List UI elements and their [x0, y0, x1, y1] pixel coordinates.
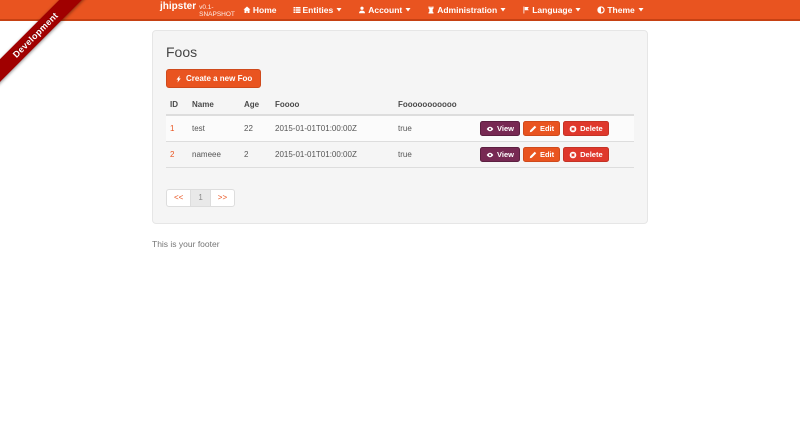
th-list-icon	[293, 6, 301, 13]
chevron-down-icon	[336, 8, 342, 12]
header-fooooooooooo: Fooooooooooo	[394, 97, 476, 116]
delete-label: Delete	[580, 150, 603, 159]
pagination-page-1[interactable]: 1	[190, 189, 211, 207]
pagination-last[interactable]: >>	[209, 189, 236, 207]
nav-item-home[interactable]: Home	[235, 0, 285, 19]
row-foooo: 2015-01-01T01:00:00Z	[271, 141, 394, 168]
flag-icon	[523, 6, 530, 13]
row-fooooooooooo: true	[398, 124, 412, 133]
nav-item-language[interactable]: Language	[514, 0, 589, 19]
nav-label: Language	[532, 4, 573, 15]
edit-label: Edit	[539, 124, 555, 133]
chevron-down-icon	[638, 8, 644, 12]
tower-icon	[428, 6, 434, 13]
row-actions: View Edit Delete	[480, 147, 630, 162]
home-icon	[243, 6, 251, 13]
nav-item-entities[interactable]: Entities	[285, 0, 351, 19]
eye-icon	[486, 126, 494, 131]
adjust-icon	[597, 5, 606, 14]
edit-label: Edit	[539, 150, 555, 159]
delete-button[interactable]: Delete	[563, 121, 609, 136]
main-container: Foos Create a new Foo ID Name Age Foooo …	[152, 21, 648, 249]
table-row: 2 nameee 2 2015-01-01T01:00:00Z true Vie…	[166, 141, 634, 168]
chevron-down-icon	[500, 8, 506, 12]
eye-icon	[486, 152, 494, 157]
view-label: View	[497, 150, 514, 159]
foos-panel: Foos Create a new Foo ID Name Age Foooo …	[152, 30, 648, 224]
pencil-icon	[529, 151, 537, 158]
view-button[interactable]: View	[480, 147, 520, 162]
row-id-link[interactable]: 2	[170, 150, 174, 159]
navbar-inner: jhipster v0.1-SNAPSHOT Home Entities Acc…	[152, 0, 648, 19]
header-foooo: Foooo	[271, 97, 394, 116]
view-label: View	[497, 124, 514, 133]
table-row: 1 test 22 2015-01-01T01:00:00Z true View	[166, 115, 634, 142]
row-name: test	[192, 124, 205, 133]
nav-item-administration[interactable]: Administration	[419, 0, 514, 19]
brand-version: v0.1-SNAPSHOT	[199, 4, 235, 18]
row-foooo: 2015-01-01T01:00:00Z	[275, 124, 357, 133]
pagination: << 1 >>	[166, 189, 236, 207]
brand-name: jhipster	[160, 1, 197, 12]
row-age: 22	[244, 124, 253, 133]
flash-icon	[176, 75, 181, 82]
nav-label: Theme	[607, 4, 635, 15]
delete-button[interactable]: Delete	[563, 147, 609, 162]
edit-button[interactable]: Edit	[522, 121, 561, 136]
delete-label: Delete	[580, 124, 603, 133]
brand-link[interactable]: jhipster v0.1-SNAPSHOT	[152, 1, 235, 18]
row-fooooooooooo: true	[394, 141, 476, 168]
nav-item-theme[interactable]: Theme	[589, 0, 651, 19]
edit-button[interactable]: Edit	[522, 147, 561, 162]
nav-label: Account	[368, 4, 403, 15]
table-header: ID Name Age Foooo Fooooooooooo	[166, 97, 634, 116]
navbar: jhipster v0.1-SNAPSHOT Home Entities Acc…	[0, 0, 800, 21]
pagination-first[interactable]: <<	[166, 189, 192, 207]
foos-table: ID Name Age Foooo Fooooooooooo 1 test 22…	[166, 97, 634, 168]
nav-label: Entities	[302, 4, 334, 15]
nav-label: Home	[252, 4, 277, 15]
page-title: Foos	[166, 44, 198, 60]
nav-label: Administration	[437, 4, 498, 15]
header-age: Age	[240, 97, 271, 116]
chevron-down-icon	[575, 8, 581, 12]
create-foo-label: Create a new Foo	[186, 74, 253, 83]
footer-text: This is your footer	[152, 239, 220, 249]
row-id-link[interactable]: 1	[170, 124, 174, 133]
header-id: ID	[166, 97, 188, 116]
pencil-icon	[529, 125, 537, 132]
chevron-down-icon	[405, 8, 411, 12]
row-actions: View Edit Delete	[480, 121, 630, 136]
create-foo-button[interactable]: Create a new Foo	[166, 69, 262, 88]
navbar-menu: Home Entities Account Administration Lan…	[235, 0, 652, 19]
page: Development jhipster v0.1-SNAPSHOT Home …	[0, 0, 800, 443]
remove-circle-icon	[569, 151, 577, 158]
user-icon	[359, 6, 366, 13]
header-actions	[476, 97, 634, 116]
view-button[interactable]: View	[480, 121, 520, 136]
row-name: nameee	[188, 141, 240, 168]
row-age: 2	[240, 141, 271, 168]
nav-item-account[interactable]: Account	[350, 0, 419, 19]
header-name: Name	[188, 97, 240, 116]
remove-circle-icon	[569, 125, 577, 132]
